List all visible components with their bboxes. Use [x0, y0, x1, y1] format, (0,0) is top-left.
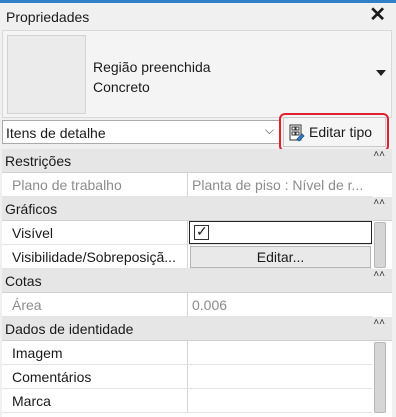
properties-panel: Propriedades ✕ Região preenchida Concret… — [0, 3, 396, 417]
property-value-input[interactable] — [189, 365, 372, 388]
type-name-label: Concreto — [93, 79, 150, 95]
property-name: Comentários — [2, 365, 188, 388]
property-value: 0.006 — [192, 297, 228, 313]
property-row-imagem: Imagem — [2, 341, 372, 365]
property-row-visibilidade: Visibilidade/Sobreposiçã... Editar... — [2, 245, 372, 269]
group-graficos[interactable]: Gráficos ˄˄ — [2, 197, 392, 221]
property-name: Área — [2, 293, 188, 316]
property-row-plano-de-trabalho: Plano de trabalho Planta de piso : Nível… — [2, 173, 372, 197]
type-family-label: Região preenchida — [93, 59, 211, 75]
property-name: Plano de trabalho — [2, 173, 188, 196]
property-name: Marca — [2, 389, 188, 412]
check-mark-icon: ✓ — [196, 223, 208, 239]
panel-titlebar: Propriedades ✕ — [0, 3, 396, 29]
element-filter-dropdown[interactable]: Itens de detalhe ⌵ — [2, 120, 280, 144]
grid-scrollbar-thumb[interactable] — [374, 342, 386, 413]
property-row-area: Área 0.006 — [2, 293, 372, 317]
edit-type-icon — [289, 124, 305, 142]
group-restricoes-label: Restrições — [5, 153, 72, 169]
collapse-group-icon[interactable]: ˄˄ — [373, 150, 385, 160]
property-value-input[interactable] — [189, 389, 372, 412]
property-value: Planta de piso : Nível de r... — [192, 177, 364, 193]
property-value-cell: ✓ — [189, 221, 372, 244]
collapse-group-icon[interactable]: ˄˄ — [373, 270, 385, 280]
property-name: Visibilidade/Sobreposiçã... — [2, 245, 188, 268]
collapse-group-icon[interactable]: ˄˄ — [373, 318, 385, 328]
grid-scrollbar-thumb[interactable] — [374, 222, 386, 268]
group-dados-label: Dados de identidade — [5, 321, 134, 337]
property-name: Visível — [2, 221, 188, 244]
group-restricoes[interactable]: Restrições ˄˄ — [2, 149, 392, 173]
property-grid: Restrições ˄˄ Plano de trabalho Planta d… — [2, 149, 392, 417]
property-row-marca: Marca — [2, 389, 372, 413]
edit-type-button[interactable]: Editar tipo — [283, 117, 386, 147]
filter-selected-label: Itens de detalhe — [6, 125, 106, 141]
property-value-input[interactable] — [189, 341, 372, 364]
type-dropdown-arrow-icon[interactable] — [376, 70, 386, 76]
visible-checkbox[interactable]: ✓ — [194, 223, 209, 240]
close-icon[interactable]: ✕ — [369, 4, 386, 26]
edit-type-label: Editar tipo — [309, 124, 373, 140]
property-name: Imagem — [2, 341, 188, 364]
group-graficos-label: Gráficos — [5, 201, 58, 217]
property-row-comentarios: Comentários — [2, 365, 372, 389]
type-selector[interactable]: Região preenchida Concreto — [2, 30, 392, 118]
group-cotas[interactable]: Cotas ˄˄ — [2, 269, 392, 293]
edit-visibility-button[interactable]: Editar... — [190, 246, 371, 268]
chevron-down-icon[interactable]: ⌵ — [265, 123, 274, 138]
type-preview-image — [7, 35, 86, 114]
property-row-visivel: Visível ✓ — [2, 221, 372, 245]
group-dados-de-identidade[interactable]: Dados de identidade ˄˄ — [2, 317, 392, 341]
group-cotas-label: Cotas — [5, 273, 42, 289]
collapse-group-icon[interactable]: ˄˄ — [373, 198, 385, 208]
panel-title: Propriedades — [6, 9, 90, 25]
